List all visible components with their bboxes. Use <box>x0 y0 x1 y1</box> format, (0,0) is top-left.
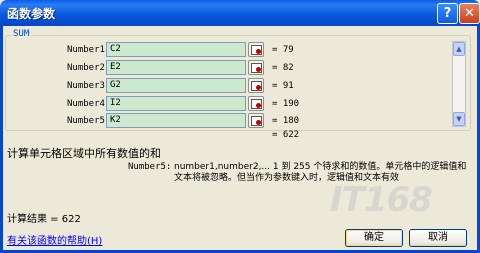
collapse-dialog-icon[interactable] <box>248 96 264 111</box>
param-help-name: Number5: <box>128 162 172 172</box>
function-total-result: = 622 <box>272 130 300 140</box>
close-icon[interactable]: ✕ <box>459 3 480 24</box>
title-bar: 函数参数 ? ✕ <box>0 0 480 26</box>
argument-result-number4: = 190 <box>272 99 300 109</box>
collapse-dialog-icon[interactable] <box>248 113 264 128</box>
argument-label-number1: Number1 <box>67 45 105 55</box>
arguments-scrollbar[interactable]: ▲ ▼ <box>452 41 466 127</box>
argument-label-number4: Number4 <box>67 99 105 109</box>
argument-input-number5[interactable]: K2 <box>106 113 246 128</box>
argument-label-number2: Number2 <box>67 63 105 73</box>
argument-input-number2[interactable]: E2 <box>106 60 246 75</box>
scroll-down-arrow-icon[interactable]: ▼ <box>453 112 465 126</box>
watermark-logo: IT168 <box>330 180 433 220</box>
collapse-dialog-icon[interactable] <box>248 42 264 57</box>
argument-input-number3[interactable]: G2 <box>106 78 246 93</box>
function-name: SUM <box>11 29 32 39</box>
argument-result-number5: = 180 <box>272 116 300 126</box>
function-help-link[interactable]: 有关该函数的帮助(H) <box>7 232 102 247</box>
argument-result-number3: = 91 <box>272 81 294 91</box>
cancel-button[interactable]: 取消 <box>409 229 467 247</box>
argument-input-number4[interactable]: I2 <box>106 96 246 111</box>
scroll-up-arrow-icon[interactable]: ▲ <box>453 42 465 56</box>
argument-label-number3: Number3 <box>67 81 105 91</box>
argument-input-number1[interactable]: C2 <box>106 42 246 57</box>
collapse-dialog-icon[interactable] <box>248 78 264 93</box>
window-title: 函数参数 <box>7 7 56 21</box>
argument-label-number5: Number5 <box>67 116 105 126</box>
question-mark-icon[interactable]: ? <box>437 3 458 24</box>
collapse-dialog-icon[interactable] <box>248 60 264 75</box>
ok-button[interactable]: 确定 <box>345 229 403 247</box>
formula-result: 计算结果 = 622 <box>7 214 81 225</box>
function-description: 计算单元格区域中所有数值的和 <box>7 147 161 160</box>
argument-result-number2: = 82 <box>272 63 294 73</box>
argument-result-number1: = 79 <box>272 45 294 55</box>
